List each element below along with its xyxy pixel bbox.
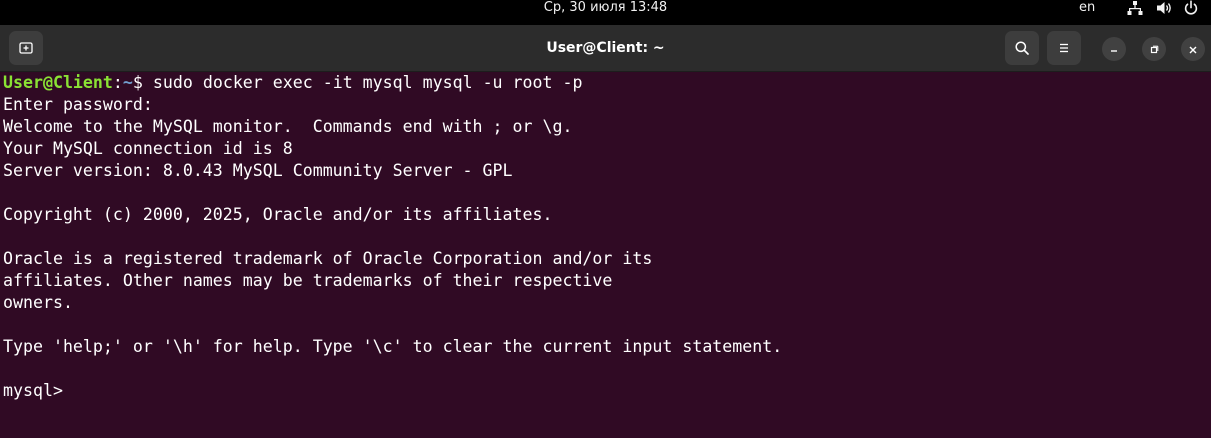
output-line: affiliates. Other names may be trademark… [3,271,613,290]
menu-icon [1056,40,1072,56]
maximize-button[interactable] [1142,37,1166,61]
output-line: Type 'help;' or '\h' for help. Type '\c'… [3,337,783,356]
volume-icon[interactable] [1156,0,1172,16]
command-text: sudo docker exec -it mysql mysql -u root… [152,73,583,92]
output-line: Welcome to the MySQL monitor. Commands e… [3,117,573,136]
network-icon[interactable] [1127,0,1143,16]
output-line: Copyright (c) 2000, 2025, Oracle and/or … [3,205,553,224]
prompt-symbol: $ [132,73,153,92]
terminal-header-bar: User@Client: ~ [0,25,1211,72]
keyboard-layout-indicator[interactable]: en [1079,0,1095,16]
clock[interactable]: Ср, 30 июля 13:48 [0,0,1211,25]
menu-button[interactable] [1047,31,1081,65]
mysql-prompt-line[interactable]: mysql> [3,380,1211,402]
output-line: Your MySQL connection id is 8 [3,139,293,158]
output-line: Server version: 8.0.43 MySQL Community S… [3,161,513,180]
close-icon [1188,40,1198,59]
minimize-button[interactable] [1102,37,1126,61]
system-top-bar: Ср, 30 июля 13:48 en [0,0,1211,25]
close-button[interactable] [1181,37,1205,61]
maximize-icon [1149,40,1159,59]
output-line: owners. [3,293,73,312]
prompt-path: ~ [122,73,133,92]
terminal-output-area[interactable]: User@Client:~$ sudo docker exec -it mysq… [0,72,1211,438]
search-button[interactable] [1005,31,1039,65]
prompt-separator: : [112,73,123,92]
output-line: Oracle is a registered trademark of Orac… [3,249,653,268]
power-icon[interactable] [1183,0,1199,16]
prompt-user: User@Client [3,73,113,92]
command-line: User@Client:~$ sudo docker exec -it mysq… [3,72,1211,94]
search-icon [1014,40,1030,56]
output-line: Enter password: [3,95,153,114]
minimize-icon [1109,40,1119,59]
